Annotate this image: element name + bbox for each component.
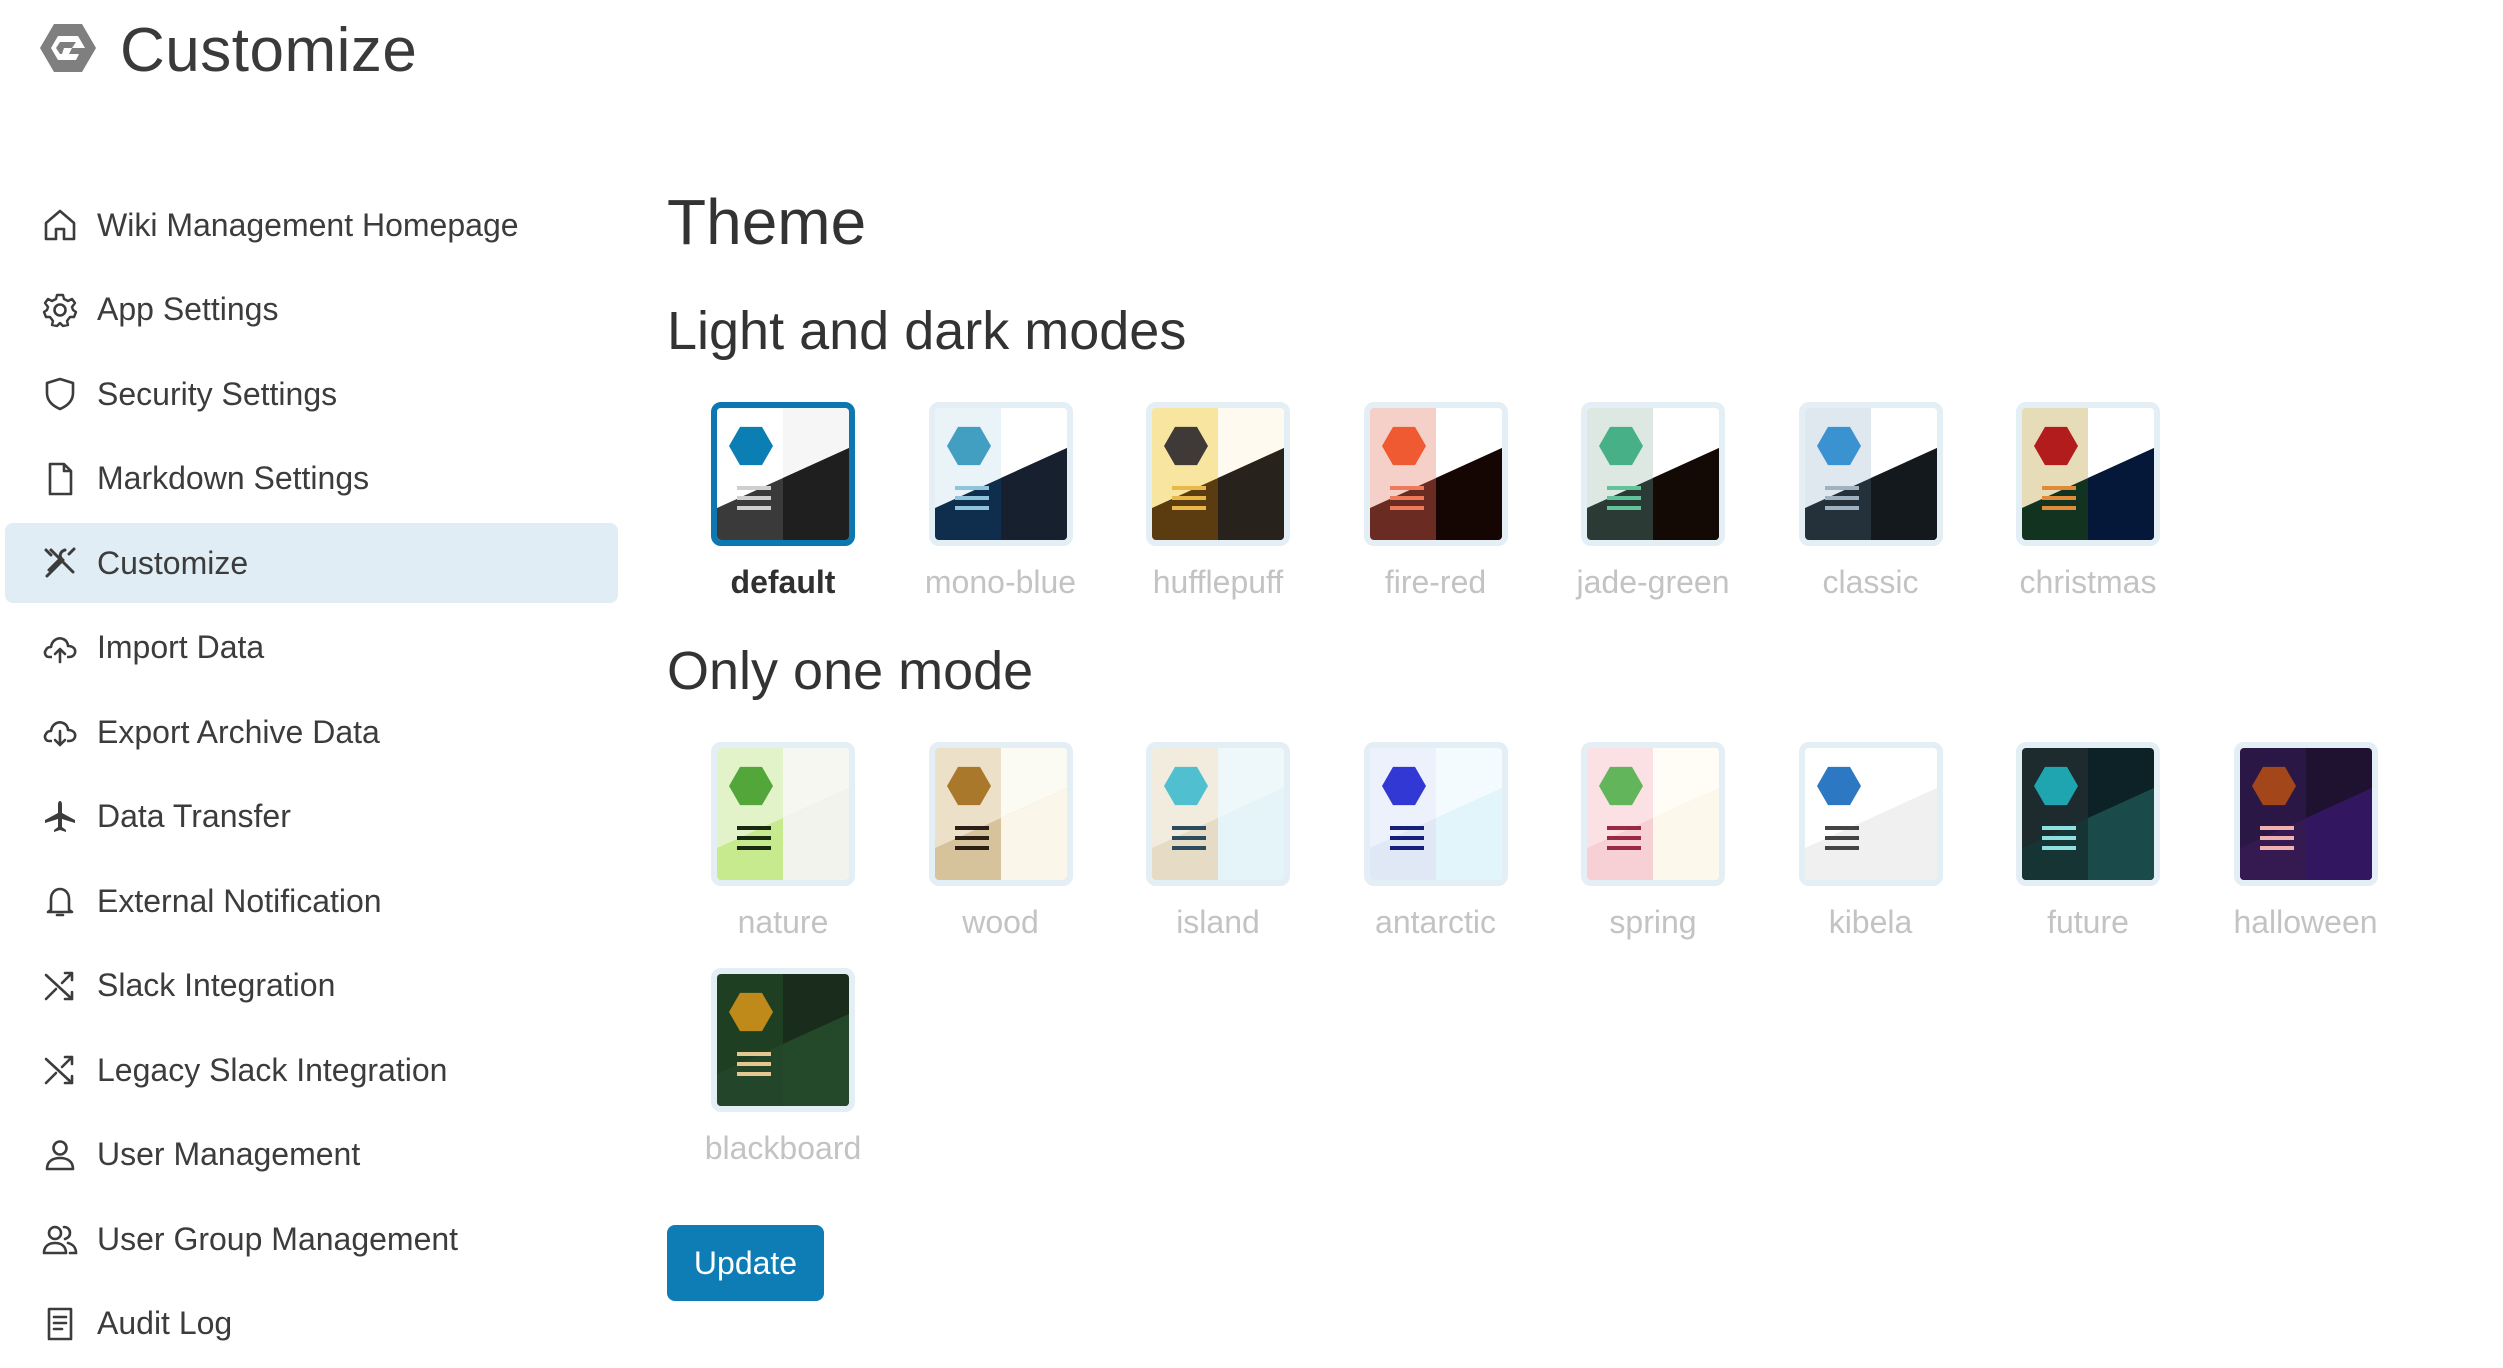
theme-option-halloween[interactable]: halloween (2216, 742, 2396, 941)
page-header: Customize (36, 10, 417, 90)
theme-option-default[interactable]: default (693, 402, 873, 601)
sidebar-item-customize[interactable]: Customize (5, 523, 618, 603)
theme-option-spring[interactable]: spring (1563, 742, 1743, 941)
theme-label: mono-blue (924, 564, 1077, 600)
growi-logo-icon (40, 24, 96, 72)
update-button[interactable]: Update (667, 1225, 824, 1301)
theme-option-blackboard[interactable]: blackboard (693, 968, 873, 1167)
theme-thumbnail[interactable] (1798, 742, 1943, 886)
sidebar-item-label: Markdown Settings (97, 460, 370, 496)
sidebar-item-label: Data Transfer (97, 798, 291, 834)
theme-label: island (1176, 904, 1260, 940)
theme-thumbnail[interactable] (1581, 402, 1725, 546)
theme-option-mono-blue[interactable]: mono-blue (911, 402, 1091, 601)
home-icon (41, 206, 79, 244)
shuffle-icon (41, 967, 79, 1005)
admin-sidebar: Wiki Management Homepage App Settings Secu… (5, 185, 618, 1368)
heading-only-one-mode: Only one mode (667, 641, 1034, 701)
theme-option-jade-green[interactable]: jade-green (1563, 402, 1743, 601)
theme-thumbnail[interactable] (1146, 402, 1290, 546)
theme-thumbnail[interactable] (1363, 742, 1508, 886)
theme-option-classic[interactable]: classic (1781, 402, 1961, 601)
theme-thumbnail[interactable] (711, 402, 855, 546)
tools-icon (41, 544, 79, 582)
theme-thumbnail[interactable] (1363, 402, 1508, 546)
sidebar-item-label: Customize (97, 544, 249, 581)
theme-label: christmas (2019, 564, 2157, 600)
sidebar-item-label: Security Settings (97, 375, 338, 412)
shield-icon (41, 375, 79, 413)
theme-label: wood (962, 904, 1039, 940)
cloud-download-icon (41, 713, 79, 751)
sidebar-item-label: External Notification (97, 882, 382, 919)
theme-label: default (730, 564, 836, 600)
theme-option-future[interactable]: future (1998, 742, 2178, 941)
sidebar-item-label: App Settings (97, 291, 279, 327)
airplane-icon (41, 798, 79, 836)
sidebar-item-app-settings[interactable]: App Settings (5, 270, 618, 350)
theme-label: future (2047, 904, 2129, 940)
user-icon (41, 1136, 79, 1174)
theme-thumbnail[interactable] (2016, 742, 2160, 886)
theme-option-wood[interactable]: wood (911, 742, 1091, 941)
sidebar-item-legacy-slack-integration[interactable]: Legacy Slack Integration (5, 1030, 618, 1110)
theme-option-fire-red[interactable]: fire-red (1346, 402, 1526, 601)
sidebar-item-label: Export Archive Data (97, 713, 380, 750)
cloud-upload-icon (41, 629, 79, 667)
sidebar-item-wiki-management-homepage[interactable]: Wiki Management Homepage (5, 185, 618, 265)
theme-label: kibela (1828, 904, 1913, 940)
theme-label: blackboard (704, 1130, 862, 1166)
theme-label: nature (737, 904, 829, 940)
sidebar-item-audit-log[interactable]: Audit Log (5, 1284, 618, 1364)
sidebar-item-data-transfer[interactable]: Data Transfer (5, 777, 618, 857)
sidebar-item-label: User Group Management (97, 1220, 459, 1257)
shuffle-icon (41, 1051, 79, 1089)
list-icon (41, 1305, 79, 1343)
bell-icon (41, 882, 79, 920)
sidebar-item-label: Slack Integration (97, 967, 336, 1003)
theme-option-christmas[interactable]: christmas (1998, 402, 2178, 601)
sidebar-item-external-notification[interactable]: External Notification (5, 861, 618, 941)
theme-thumbnail[interactable] (1146, 742, 1290, 886)
theme-thumbnail[interactable] (711, 742, 855, 886)
sidebar-item-import-data[interactable]: Import Data (5, 608, 618, 688)
sidebar-item-label: Legacy Slack Integration (97, 1051, 448, 1088)
sidebar-item-label: Import Data (97, 629, 265, 665)
sidebar-item-export-archive-data[interactable]: Export Archive Data (5, 692, 618, 772)
theme-thumbnail[interactable] (2233, 742, 2378, 886)
sidebar-item-user-management[interactable]: User Management (5, 1115, 618, 1195)
theme-label: hufflepuff (1152, 564, 1284, 600)
theme-thumbnail[interactable] (928, 402, 1073, 546)
theme-label: fire-red (1384, 564, 1487, 600)
theme-label: jade-green (1576, 564, 1730, 600)
page-title: Customize (120, 15, 418, 85)
gear-icon (41, 291, 79, 329)
sidebar-item-user-group-management[interactable]: User Group Management (5, 1199, 618, 1279)
theme-label: spring (1609, 904, 1697, 940)
sidebar-item-markdown-settings[interactable]: Markdown Settings (5, 439, 618, 519)
sidebar-item-label: Wiki Management Homepage (97, 206, 519, 243)
file-icon (41, 460, 79, 498)
theme-option-kibela[interactable]: kibela (1781, 742, 1961, 941)
theme-option-island[interactable]: island (1128, 742, 1308, 941)
heading-light-dark-modes: Light and dark modes (667, 301, 1187, 361)
theme-label: halloween (2233, 904, 2378, 940)
theme-thumbnail[interactable] (928, 742, 1073, 886)
sidebar-item-label: User Management (97, 1136, 361, 1172)
theme-thumbnail[interactable] (2016, 402, 2160, 546)
theme-option-antarctic[interactable]: antarctic (1346, 742, 1526, 941)
sidebar-item-label: Audit Log (97, 1305, 233, 1341)
theme-thumbnail[interactable] (711, 968, 855, 1112)
theme-thumbnail[interactable] (1798, 402, 1943, 546)
section-title-theme: Theme (667, 186, 867, 258)
theme-option-nature[interactable]: nature (693, 742, 873, 941)
sidebar-item-slack-integration[interactable]: Slack Integration (5, 946, 618, 1026)
users-icon (41, 1220, 79, 1258)
theme-label: classic (1822, 564, 1919, 600)
theme-option-hufflepuff[interactable]: hufflepuff (1128, 402, 1308, 601)
sidebar-item-security-settings[interactable]: Security Settings (5, 354, 618, 434)
theme-thumbnail[interactable] (1581, 742, 1725, 886)
theme-label: antarctic (1375, 904, 1496, 940)
